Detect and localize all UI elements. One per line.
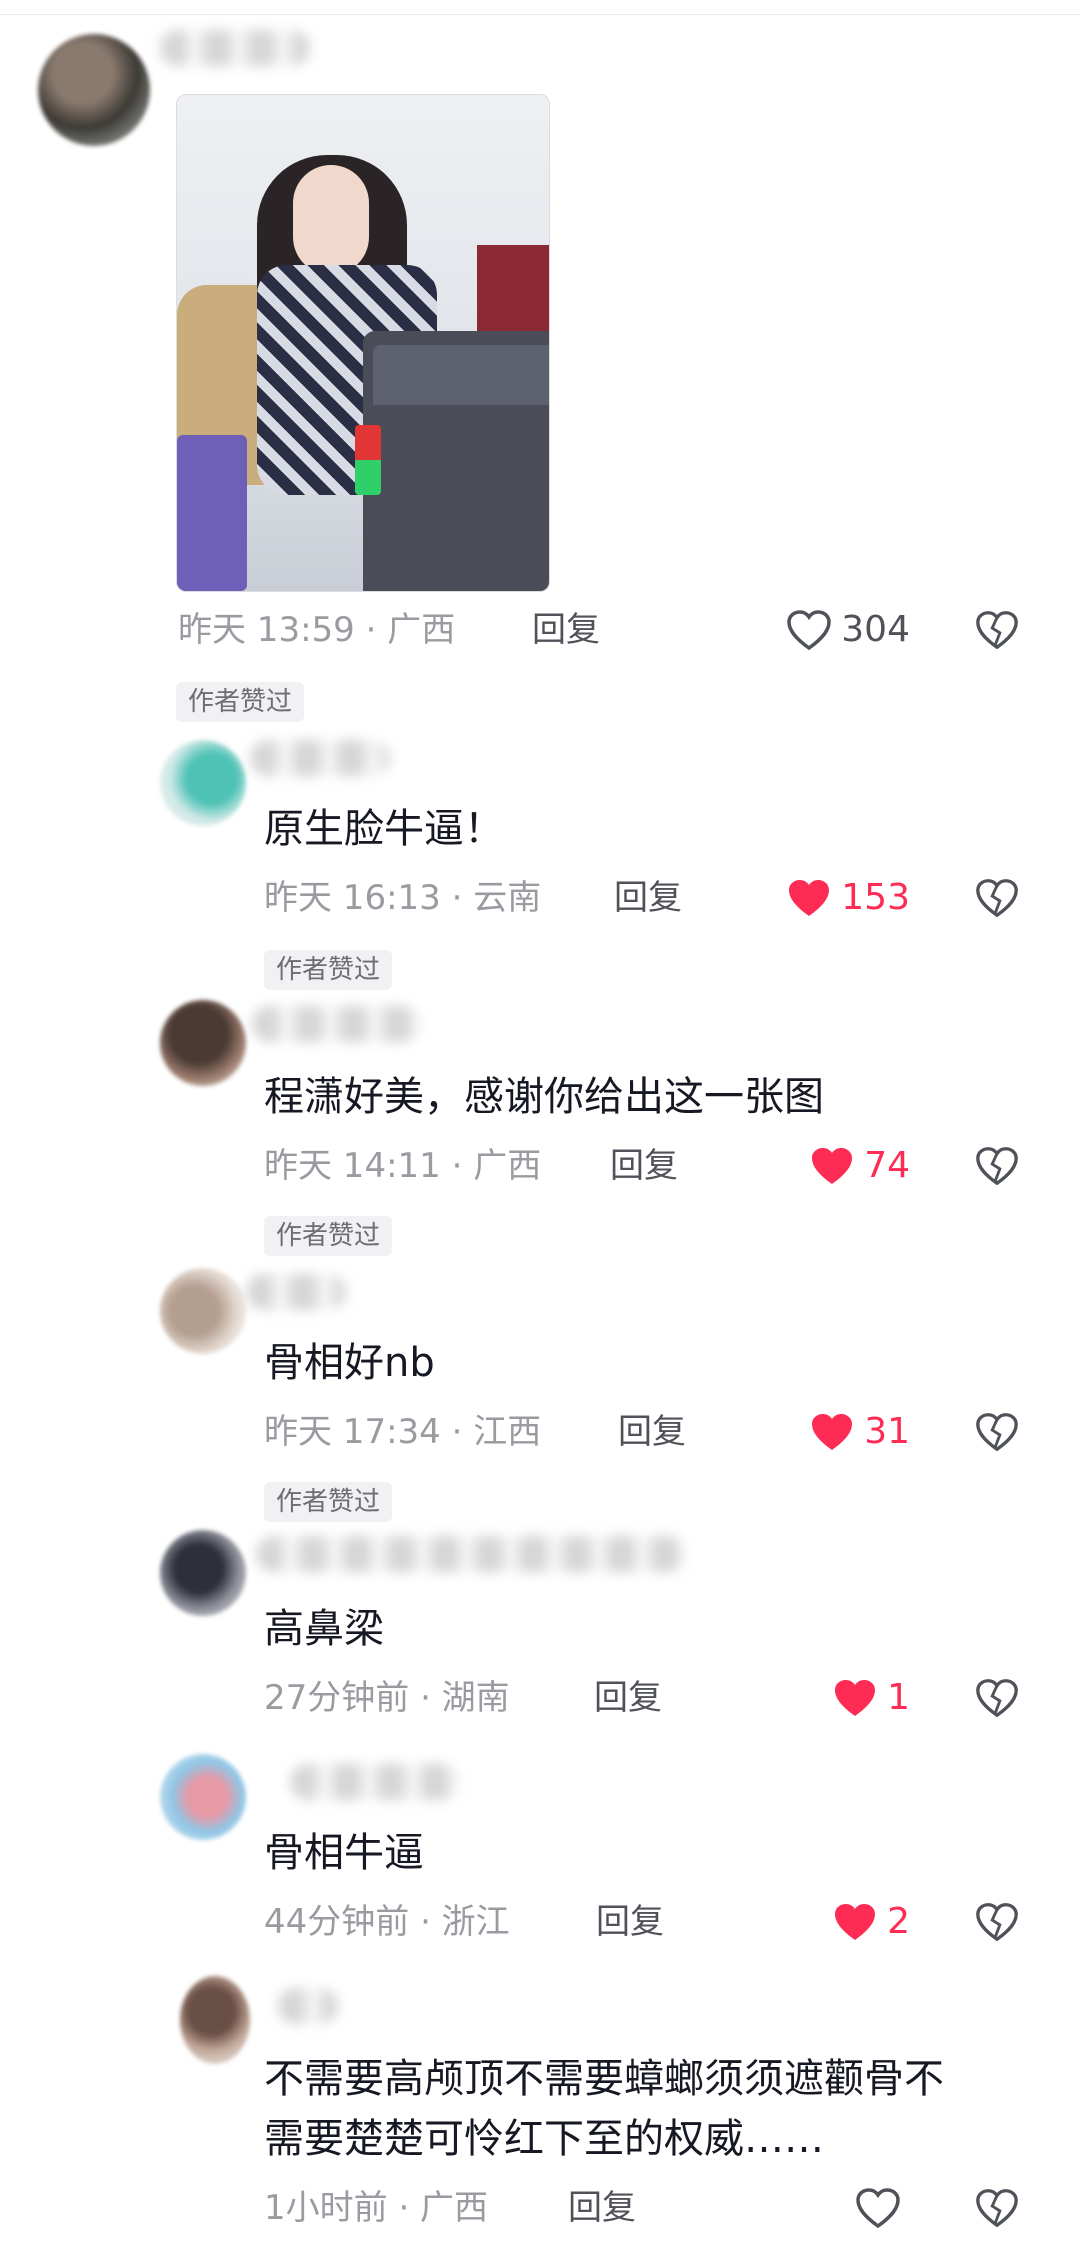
author-liked-badge: 作者赞过: [264, 1482, 393, 1522]
author-liked-badge: 作者赞过: [264, 1216, 393, 1256]
broken-heart-icon[interactable]: [974, 608, 1020, 652]
comment-text: 程潇好美，感谢你给出这一张图: [264, 1074, 824, 1120]
reply-button[interactable]: 回复: [596, 1902, 664, 1942]
avatar[interactable]: [38, 34, 150, 146]
avatar[interactable]: [160, 1530, 246, 1616]
like-button[interactable]: 304: [760, 608, 910, 652]
like-button[interactable]: [760, 2186, 910, 2230]
comment-text: 高鼻梁: [264, 1606, 384, 1652]
comment-meta: 1小时前 · 广西: [264, 2188, 489, 2228]
like-button[interactable]: 153: [760, 876, 910, 920]
comment-text-line1: 不需要高颅顶不需要蟑螂须须遮颧骨不: [264, 2056, 944, 2102]
avatar[interactable]: [160, 1754, 246, 1840]
comment-meta: 昨天 16:13 · 云南: [264, 878, 542, 918]
avatar[interactable]: [180, 1976, 250, 2064]
author-liked-badge: 作者赞过: [264, 950, 393, 990]
comment-meta: 昨天 17:34 · 江西: [264, 1412, 542, 1452]
like-count: 31: [864, 1411, 910, 1452]
reply-button[interactable]: 回复: [614, 878, 682, 918]
like-count: 74: [864, 1145, 910, 1186]
username-blurred[interactable]: [252, 1006, 422, 1042]
username-blurred[interactable]: [250, 740, 390, 776]
broken-heart-icon[interactable]: [974, 1144, 1020, 1188]
reply-button[interactable]: 回复: [532, 610, 600, 650]
username-blurred[interactable]: [278, 1988, 338, 2024]
like-button[interactable]: 74: [760, 1144, 910, 1188]
comment-text-line2: 需要楚楚可怜红下至的权威……: [264, 2116, 824, 2162]
like-button[interactable]: 1: [760, 1676, 910, 1720]
heart-icon: [812, 1148, 853, 1184]
heart-icon: [835, 1680, 876, 1716]
heart-icon: [856, 2188, 900, 2229]
heart-icon: [835, 1904, 876, 1940]
comment-meta: 44分钟前 · 浙江: [264, 1902, 510, 1942]
heart-icon: [789, 880, 830, 916]
avatar[interactable]: [160, 740, 246, 826]
comment-meta: 27分钟前 · 湖南: [264, 1678, 510, 1718]
like-button[interactable]: 2: [760, 1900, 910, 1944]
broken-heart-icon[interactable]: [974, 1900, 1020, 1944]
author-liked-badge: 作者赞过: [176, 682, 305, 722]
broken-heart-icon[interactable]: [974, 1676, 1020, 1720]
like-count: 304: [841, 609, 910, 650]
comment-text: 骨相好nb: [264, 1340, 435, 1386]
username-blurred[interactable]: [256, 1536, 686, 1572]
username-blurred[interactable]: [290, 1764, 460, 1800]
comment-meta: 昨天 13:59 · 广西: [178, 610, 456, 650]
top-divider: [0, 0, 1080, 15]
like-button[interactable]: 31: [760, 1410, 910, 1454]
comment-meta: 昨天 14:11 · 广西: [264, 1146, 542, 1186]
avatar[interactable]: [160, 1000, 246, 1086]
avatar[interactable]: [160, 1268, 246, 1354]
broken-heart-icon[interactable]: [974, 876, 1020, 920]
reply-button[interactable]: 回复: [568, 2188, 636, 2228]
heart-icon: [787, 610, 832, 651]
reply-button[interactable]: 回复: [618, 1412, 686, 1452]
broken-heart-icon[interactable]: [974, 1410, 1020, 1454]
reply-button[interactable]: 回复: [594, 1678, 662, 1718]
like-count: 153: [841, 877, 910, 918]
comment-image[interactable]: [176, 94, 550, 592]
comment-text: 骨相牛逼: [264, 1830, 424, 1876]
like-count: 2: [887, 1901, 910, 1942]
comment-text: 原生脸牛逼！: [264, 806, 504, 852]
like-count: 1: [887, 1677, 910, 1718]
broken-heart-icon[interactable]: [974, 2186, 1020, 2230]
username-blurred[interactable]: [160, 30, 310, 66]
reply-button[interactable]: 回复: [610, 1146, 678, 1186]
heart-icon: [812, 1414, 853, 1450]
username-blurred[interactable]: [246, 1274, 346, 1310]
